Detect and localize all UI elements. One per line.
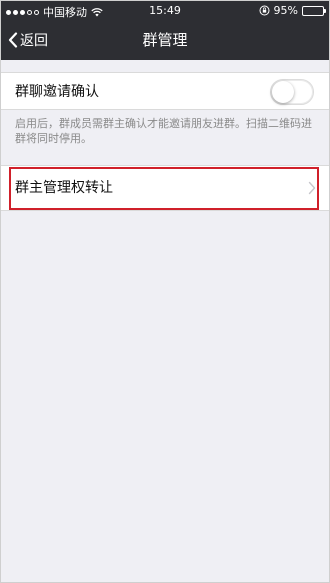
toggle-knob <box>272 81 294 103</box>
status-bar: 中国移动 15:49 95% <box>0 0 330 20</box>
transfer-owner-row[interactable]: 群主管理权转让 <box>0 165 330 211</box>
navigation-bar: 返回 群管理 <box>0 20 330 60</box>
invite-confirm-toggle[interactable] <box>270 79 314 105</box>
battery-percent: 95% <box>273 4 298 17</box>
invite-confirm-hint: 启用后，群成员需群主确认才能邀请朋友进群。扫描二维码进群将同时停用。 <box>15 117 312 145</box>
transfer-owner-label: 群主管理权转让 <box>15 180 113 196</box>
battery-icon <box>302 5 326 16</box>
orientation-lock-icon <box>259 5 270 16</box>
invite-confirm-label: 群聊邀请确认 <box>15 84 99 100</box>
invite-confirm-row: 群聊邀请确认 <box>0 72 330 110</box>
status-right: 95% <box>259 4 326 17</box>
page-title: 群管理 <box>142 31 188 49</box>
chevron-right-icon <box>308 181 316 195</box>
